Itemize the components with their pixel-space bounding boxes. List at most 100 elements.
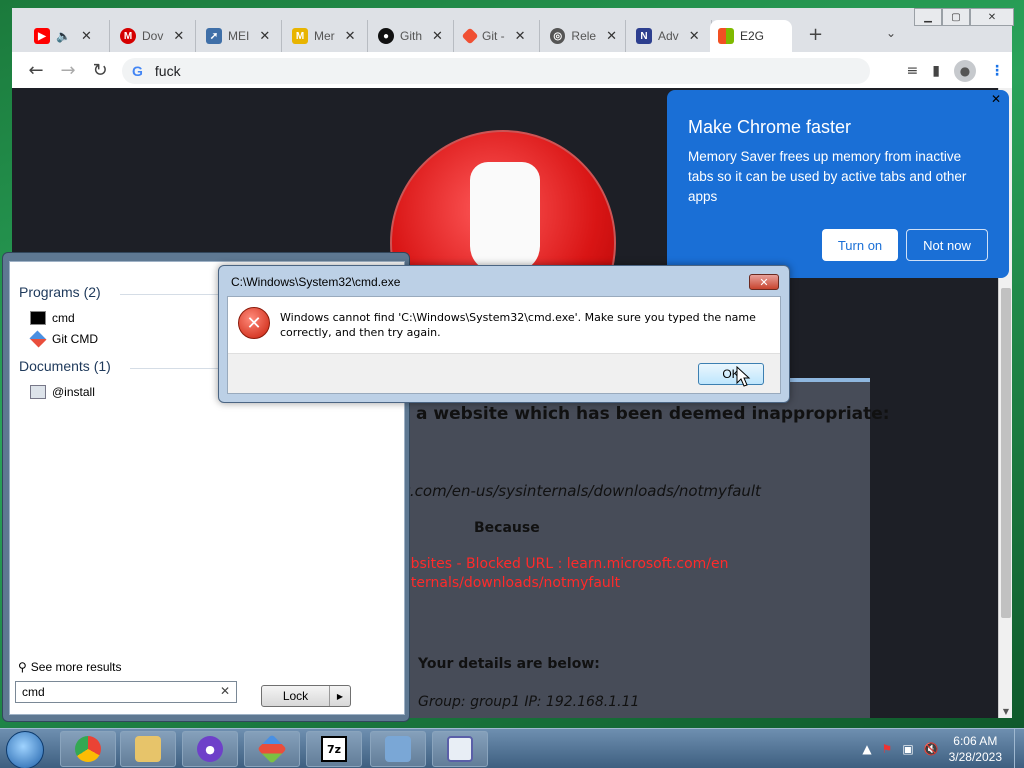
action-center-flag-icon[interactable]: ⚑ — [882, 742, 893, 756]
tab-e2g-active[interactable]: E2G — [710, 20, 792, 52]
taskbar-control-panel[interactable] — [370, 731, 426, 767]
cmd-icon — [30, 311, 46, 325]
bubble-close-icon[interactable]: ✕ — [991, 92, 1001, 106]
taskbar-remote-app[interactable] — [432, 731, 488, 767]
control-panel-icon — [385, 736, 411, 762]
tab-mei[interactable]: ➚ MEI ✕ — [198, 20, 282, 52]
taskbar-explorer[interactable] — [120, 731, 176, 767]
result-git-cmd[interactable]: Git CMD — [29, 330, 98, 348]
bubble-title: Make Chrome faster — [688, 117, 852, 137]
side-panel-icon[interactable]: ▮ — [932, 63, 940, 79]
tab-releases[interactable]: ◎ Rele ✕ — [542, 20, 626, 52]
bubble-body: Memory Saver frees up memory from inacti… — [688, 149, 967, 204]
dialog-title: C:\Windows\System32\cmd.exe — [231, 275, 401, 289]
tab-mer[interactable]: M Mer ✕ — [284, 20, 368, 52]
tab-label: Gith — [400, 29, 423, 43]
close-icon[interactable]: ✕ — [81, 28, 92, 44]
minimize-button[interactable]: ▁ — [914, 8, 942, 26]
programs-header: Programs (2) — [19, 284, 101, 300]
back-arrow-icon[interactable]: ← — [20, 60, 52, 81]
new-tab-button[interactable]: + — [808, 24, 823, 45]
windows-icon — [718, 28, 734, 44]
browser-toolbar: ← → ↻ G fuck ≡ ▮ ● ⋮ — [12, 52, 1012, 88]
file-icon — [30, 385, 46, 399]
error-icon: ✕ — [238, 307, 270, 339]
window-app-icon — [447, 736, 473, 762]
tab-label: Dov — [142, 29, 164, 43]
lock-label: Lock — [262, 686, 330, 706]
tab-label: Adv — [658, 29, 679, 43]
ok-button[interactable]: OK — [698, 363, 764, 385]
taskbar-chrome[interactable] — [60, 731, 116, 767]
result-install[interactable]: @install — [30, 385, 95, 399]
dialog-body: ✕ Windows cannot find 'C:\Windows\System… — [227, 296, 781, 394]
tab-dov[interactable]: M Dov ✕ — [112, 20, 196, 52]
because-label: Because — [474, 520, 540, 536]
m-icon: M — [120, 28, 136, 44]
tab-youtube[interactable]: ▶ 🔈 ✕ — [26, 20, 110, 52]
profile-avatar-icon[interactable]: ● — [954, 60, 976, 82]
taskbar-github-desktop[interactable]: ● — [182, 731, 238, 767]
taskbar-git-gui[interactable] — [244, 731, 300, 767]
tab-search-chevron-icon[interactable]: ⌄ — [886, 26, 896, 40]
not-now-button[interactable]: Not now — [906, 229, 988, 261]
clock[interactable]: 6:06 AM 3/28/2023 — [949, 733, 1002, 765]
rocket-icon: ➚ — [206, 28, 222, 44]
tab-github[interactable]: ● Gith ✕ — [370, 20, 454, 52]
volume-muted-icon[interactable]: 🔇 — [924, 742, 939, 756]
chrome-icon — [75, 736, 101, 762]
clock-time: 6:06 AM — [953, 734, 998, 748]
error-dialog: C:\Windows\System32\cmd.exe ✕ ✕ Windows … — [218, 265, 790, 403]
tab-git[interactable]: Git - ✕ — [456, 20, 540, 52]
start-button-windows-icon[interactable] — [6, 731, 44, 768]
close-icon[interactable]: ✕ — [432, 28, 443, 44]
chrome-menu-icon[interactable]: ⋮ — [990, 63, 1004, 79]
memory-saver-bubble: ✕ Make Chrome faster Memory Saver frees … — [667, 90, 1009, 278]
block-heading: a website which has been deemed inapprop… — [416, 404, 890, 424]
git-icon — [461, 27, 479, 45]
toolbar-actions: ≡ ▮ ● ⋮ — [907, 60, 1004, 82]
lock-button[interactable]: Lock ▶ — [261, 685, 351, 707]
tab-adv[interactable]: N Adv ✕ — [628, 20, 712, 52]
clear-search-icon[interactable]: ✕ — [220, 684, 230, 698]
close-icon[interactable]: ✕ — [259, 28, 270, 44]
close-icon[interactable]: ✕ — [689, 28, 700, 44]
forward-arrow-icon[interactable]: → — [52, 60, 84, 81]
close-icon[interactable]: ✕ — [345, 28, 356, 44]
turn-on-button[interactable]: Turn on — [822, 229, 898, 261]
reading-list-icon[interactable]: ≡ — [907, 63, 919, 79]
taskbar: ● 7z ▲ ⚑ ▣ 🔇 6:06 AM 3/28/2023 — [0, 728, 1024, 768]
system-tray: ▲ ⚑ ▣ 🔇 6:06 AM 3/28/2023 — [862, 729, 1002, 768]
see-more-results-link[interactable]: ⚲ See more results — [18, 660, 122, 674]
google-icon: G — [132, 63, 143, 79]
dialog-footer: OK — [228, 353, 780, 393]
dialog-close-button[interactable]: ✕ — [749, 274, 779, 290]
address-bar[interactable]: G fuck — [122, 58, 870, 84]
maximize-button[interactable]: ▢ — [942, 8, 970, 26]
tab-label: E2G — [740, 29, 765, 43]
address-text: fuck — [154, 63, 181, 79]
scroll-thumb[interactable] — [1001, 288, 1011, 618]
start-search-input[interactable]: cmd ✕ — [15, 681, 237, 703]
search-value: cmd — [22, 685, 45, 699]
speaker-icon[interactable]: 🔈 — [56, 29, 71, 43]
power-options-arrow-icon[interactable]: ▶ — [330, 686, 350, 706]
close-icon[interactable]: ✕ — [173, 28, 184, 44]
reload-icon[interactable]: ↻ — [84, 60, 116, 81]
close-icon[interactable]: ✕ — [515, 28, 526, 44]
window-controls: ▁ ▢ ✕ — [914, 8, 1014, 26]
scroll-down-arrow-icon[interactable]: ▼ — [1001, 707, 1011, 716]
see-more-label: See more results — [30, 660, 122, 674]
network-icon[interactable]: ▣ — [902, 742, 913, 756]
result-cmd[interactable]: cmd — [30, 311, 75, 325]
show-hidden-icons-chevron-icon[interactable]: ▲ — [862, 742, 871, 756]
taskbar-7zip[interactable]: 7z — [306, 731, 362, 767]
tab-label: MEI — [228, 29, 250, 43]
block-reason-1: ebsites - Blocked URL : learn.microsoft.… — [402, 556, 729, 572]
show-desktop-button[interactable] — [1014, 729, 1024, 768]
block-reason-2: nternals/downloads/notmyfault — [402, 575, 621, 591]
tab-label: Git - — [482, 29, 505, 43]
folder-icon — [135, 736, 161, 762]
close-icon[interactable]: ✕ — [606, 28, 617, 44]
window-close-button[interactable]: ✕ — [970, 8, 1014, 26]
